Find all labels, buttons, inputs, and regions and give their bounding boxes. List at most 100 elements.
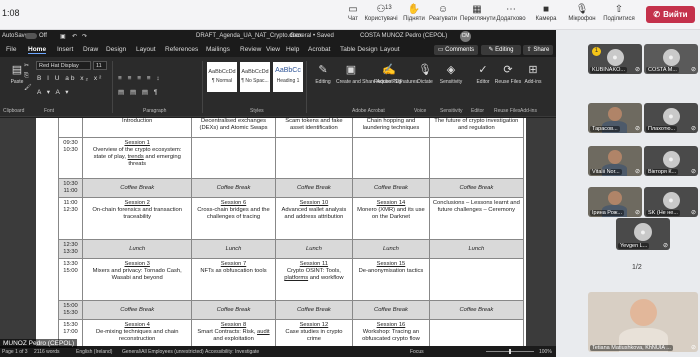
toolbar-camera-button[interactable]: ■ Камера: [529, 3, 563, 22]
share-icon: ⇧: [614, 4, 624, 15]
person-head: [608, 191, 622, 205]
tab-view[interactable]: View: [266, 46, 280, 53]
signature-icon: ✍: [382, 64, 396, 76]
font-size-select[interactable]: 11: [93, 61, 107, 70]
copy-icon[interactable]: ⎘: [24, 73, 29, 80]
gallery-pager[interactable]: 1/2: [632, 264, 642, 271]
format-painter-icon[interactable]: 🖌: [24, 84, 32, 91]
toolbar-view-button[interactable]: ▦ Переглянути: [460, 3, 496, 22]
muted-mic-icon: ⊘: [690, 210, 696, 216]
sensitivity-button[interactable]: ◈ Sensitivity: [436, 63, 466, 85]
avatar-icon: ●: [662, 191, 680, 209]
cut-icon[interactable]: ✂: [24, 62, 29, 69]
muted-mic-icon: ⊘: [634, 126, 640, 132]
paragraph-list-buttons[interactable]: ▤ ▤ ▤ ¶: [118, 88, 159, 96]
accessibility-status[interactable]: Accessibility: Investigate: [205, 349, 259, 355]
underlined-word: audit: [257, 329, 270, 335]
session-cell: Introduction: [81, 118, 193, 138]
session-cell: Session 15 De-anonymisation tactics: [352, 258, 430, 301]
toolbar-more-button[interactable]: ⋯ Додатково: [494, 3, 528, 22]
signature-button[interactable]: ✍ Request Signatures: [374, 63, 418, 85]
font-color-buttons[interactable]: A ▾ A ▾: [37, 88, 71, 96]
session-cell: Session 11 Crypto OSINT: Tools, platforms…: [274, 258, 354, 301]
editing-icon: ✎: [318, 64, 328, 76]
style-tile[interactable]: AaBbCc Heading 1: [273, 62, 303, 92]
participant-tile[interactable]: ● Yevgen L... ⊘: [616, 218, 670, 250]
sensitivity-label[interactable]: General\All Employees (unrestricted): [122, 349, 204, 355]
tab-insert[interactable]: Insert: [57, 46, 73, 53]
adobe-pdf-button[interactable]: ▣ Create and Share Adobe PDF: [336, 63, 402, 85]
session-cell: Decentralised exchanges (DEXs) and Atomi…: [191, 118, 276, 138]
page-count[interactable]: Page 1 of 3: [2, 349, 28, 355]
toolbar-microphone-button[interactable]: 🎙 Мікрофон: [565, 3, 599, 22]
participant-tile[interactable]: Tetiana Matiushkova, KhNUIA ... ⊘: [588, 292, 698, 352]
style-tile[interactable]: AaBbCcDd ¶ Normal: [207, 62, 237, 92]
session-cell: The future of crypto investigation and r…: [428, 118, 525, 138]
font-name-select[interactable]: Red Hat Display: [36, 61, 91, 70]
participant-tile[interactable]: ● Вікторя К... ⊘: [644, 146, 698, 176]
ribbon-separator: [112, 61, 113, 113]
editing-button[interactable]: ✎ Editing: [308, 63, 338, 85]
avatar-icon: ●: [662, 150, 680, 168]
tab-table-design[interactable]: Table Design: [340, 46, 378, 53]
tab-file[interactable]: File: [6, 46, 16, 53]
session-row: Introduction Decentralised exchanges (DEX…: [58, 118, 525, 138]
toolbar-people-button[interactable]: ⚇ Користувачі 13: [364, 3, 398, 22]
document-page[interactable]: Introduction Decentralised exchanges (DEX…: [36, 118, 526, 346]
comments-button[interactable]: ▭ Comments: [434, 45, 478, 55]
autosave-toggle[interactable]: [25, 33, 37, 39]
break-cell: Coffee Break: [428, 178, 525, 198]
break-cell: Coffee Break: [191, 178, 276, 198]
session-cell: Scam tokens and fake asset identificatio…: [274, 118, 354, 138]
participant-name: Плахотю...: [646, 126, 678, 132]
tab-mailings[interactable]: Mailings: [206, 46, 230, 53]
participant-tile[interactable]: ● SK (Не не... ⊘: [644, 187, 698, 217]
participant-tile[interactable]: ● Плахотю... ⊘: [644, 103, 698, 133]
status-bar: Page 1 of 3 2116 words English (Ireland)…: [0, 346, 556, 357]
toolbar-share-button[interactable]: ⇧ Поділитися: [602, 3, 636, 22]
ribbon-button-label: Add-ins: [524, 79, 542, 85]
style-tile[interactable]: AaBbCcDd ¶ No Spac...: [240, 62, 270, 92]
tab-references[interactable]: References: [165, 46, 198, 53]
break-cell: Coffee Break: [428, 300, 525, 320]
font-format-buttons[interactable]: B I U ab x₂ x²: [37, 75, 103, 82]
tab-layout[interactable]: Layout: [380, 46, 400, 53]
add-ins-button[interactable]: ⊞ Add-ins: [518, 63, 548, 85]
editing-mode-label: Editing: [495, 47, 514, 53]
leave-button[interactable]: ✆ Вийти: [646, 6, 695, 23]
participant-tile[interactable]: Vitalii Nor... ⊘: [588, 146, 642, 176]
participant-tile[interactable]: Тарасов... ⊘: [588, 103, 642, 133]
word-count[interactable]: 2116 words: [34, 349, 59, 355]
tab-layout[interactable]: Layout: [136, 46, 156, 53]
zoom-slider-thumb[interactable]: [509, 349, 511, 354]
toolbar-react-button[interactable]: ☺ Реагувати: [426, 3, 460, 22]
paragraph-align-buttons[interactable]: ≡ ≡ ≡ ≡ ↕: [118, 75, 162, 82]
tab-home[interactable]: Home: [28, 46, 47, 54]
tab-review[interactable]: Review: [240, 46, 261, 53]
tab-help[interactable]: Help: [286, 46, 299, 53]
session-number: Session 1: [124, 140, 150, 146]
tab-design[interactable]: Design: [106, 46, 126, 53]
break-cell: Lunch: [274, 239, 354, 259]
style-name: ¶ No Spac...: [241, 78, 269, 84]
tab-acrobat[interactable]: Acrobat: [308, 46, 330, 53]
break-cell: Lunch: [428, 239, 525, 259]
user-avatar[interactable]: CM: [460, 31, 471, 42]
tab-draw[interactable]: Draw: [83, 46, 98, 53]
undo-icon[interactable]: ↶: [72, 33, 77, 40]
redo-icon[interactable]: ↷: [82, 33, 87, 40]
participant-tile[interactable]: Ірина Рож... ⊘: [588, 187, 642, 217]
share-button[interactable]: ⇧ Share: [523, 45, 553, 55]
session-number: Session 14: [376, 200, 406, 206]
style-sample: AaBbCcDd: [208, 69, 236, 75]
participant-tile[interactable]: ● 1 KUBINAKO... ⊘: [588, 44, 642, 74]
zoom-level[interactable]: 100%: [539, 349, 552, 355]
editing-mode-button[interactable]: ✎ Editing: [481, 45, 521, 55]
participant-tile[interactable]: ● COSTA M... ⊘: [644, 44, 698, 74]
language-indicator[interactable]: English (Ireland): [76, 349, 112, 355]
session-number: Session 12: [299, 322, 329, 328]
focus-button[interactable]: Focus: [410, 349, 424, 355]
save-icon[interactable]: ▣: [60, 33, 66, 40]
session-cell: Session 12 Case studies in crypto crime: [274, 319, 354, 346]
view-icon: ▦: [472, 4, 482, 15]
